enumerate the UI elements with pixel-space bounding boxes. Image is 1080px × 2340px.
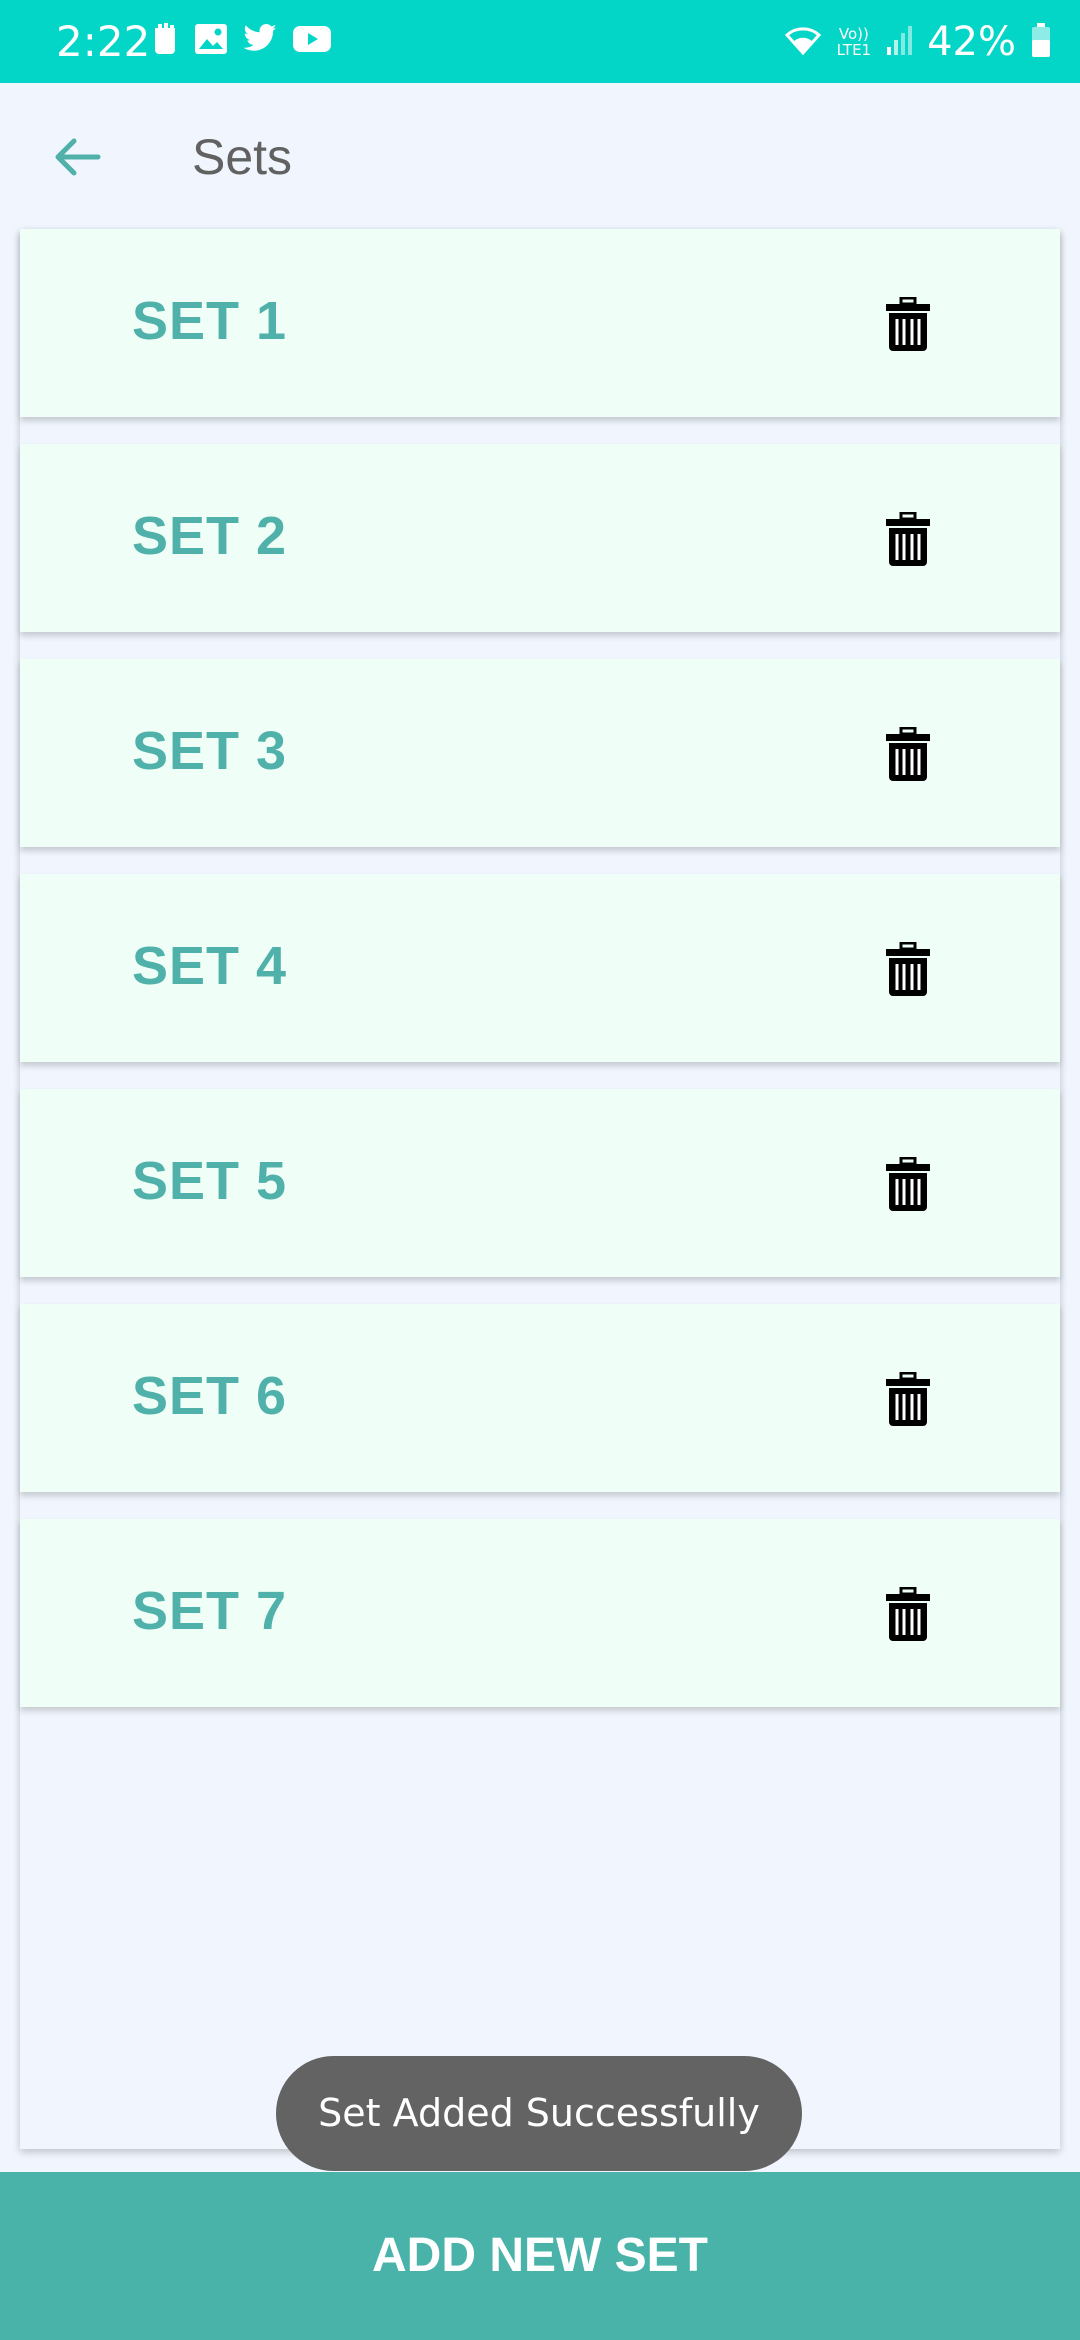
set-label: SET 2 (132, 506, 288, 566)
app-bar: Sets (0, 83, 1080, 229)
sets-list[interactable]: SET 1 SET 2 SET 3 SET 4 SET 5 SET 6 SET … (20, 229, 1060, 2149)
delete-set-button[interactable] (884, 511, 948, 576)
set-card-3[interactable]: SET 3 (20, 659, 1060, 847)
delete-set-button[interactable] (884, 1371, 948, 1436)
battery-percent: 42% (927, 19, 1016, 65)
set-label: SET 3 (132, 721, 288, 781)
network-label-bottom: LTE1 (836, 41, 872, 59)
trash-icon (886, 1586, 930, 1641)
twitter-icon (242, 24, 278, 59)
set-card-6[interactable]: SET 6 (20, 1304, 1060, 1492)
delete-set-button[interactable] (884, 726, 948, 791)
status-bar: 2:22 Vo)) LTE1 42% (0, 0, 1080, 83)
add-new-set-button[interactable]: ADD NEW SET (0, 2172, 1080, 2340)
set-label: SET 5 (132, 1151, 288, 1211)
wifi-icon (783, 23, 823, 62)
notification-icon (150, 22, 180, 61)
network-label: Vo)) LTE1 (837, 26, 871, 58)
delete-set-button[interactable] (884, 1156, 948, 1221)
set-card-5[interactable]: SET 5 (20, 1089, 1060, 1277)
status-icons-right: Vo)) LTE1 42% (783, 18, 1052, 66)
delete-set-button[interactable] (884, 941, 948, 1006)
toast-message: Set Added Successfully (276, 2056, 802, 2171)
back-button[interactable] (44, 125, 108, 189)
image-icon (194, 23, 228, 60)
set-card-1[interactable]: SET 1 (20, 229, 1060, 417)
set-card-4[interactable]: SET 4 (20, 874, 1060, 1062)
set-label: SET 6 (132, 1366, 288, 1426)
set-label: SET 7 (132, 1581, 288, 1641)
trash-icon (886, 1371, 930, 1426)
set-label: SET 1 (132, 291, 288, 351)
trash-icon (886, 296, 930, 351)
network-label-top: Vo)) (838, 25, 869, 43)
trash-icon (886, 511, 930, 566)
status-time: 2:22 (56, 17, 151, 66)
delete-set-button[interactable] (884, 296, 948, 361)
signal-icon (885, 23, 913, 62)
status-icons-left (150, 22, 332, 61)
battery-icon (1030, 22, 1052, 63)
trash-icon (886, 726, 930, 781)
page-title: Sets (192, 129, 293, 185)
trash-icon (886, 941, 930, 996)
set-label: SET 4 (132, 936, 288, 996)
set-card-2[interactable]: SET 2 (20, 444, 1060, 632)
trash-icon (886, 1156, 930, 1211)
set-card-7[interactable]: SET 7 (20, 1519, 1060, 1707)
youtube-icon (292, 24, 332, 59)
arrow-left-icon (55, 138, 101, 176)
delete-set-button[interactable] (884, 1586, 948, 1651)
